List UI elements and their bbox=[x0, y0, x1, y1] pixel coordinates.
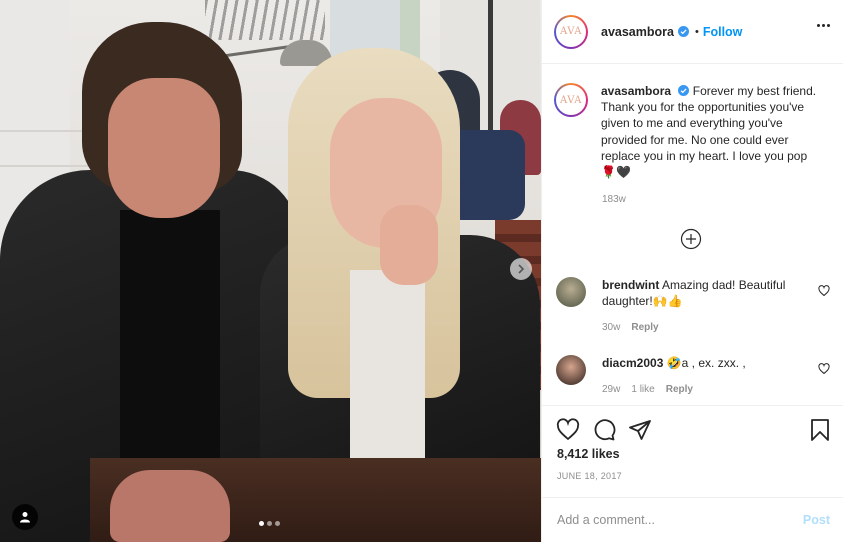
more-options-icon[interactable] bbox=[817, 24, 830, 27]
post-side-panel: AVA avasambora • Follow AVA avasambora F… bbox=[541, 0, 843, 542]
bookmark-icon[interactable] bbox=[808, 418, 832, 442]
heart-icon[interactable] bbox=[818, 285, 830, 297]
caption-username[interactable]: avasambora bbox=[601, 84, 671, 98]
comment-meta: 30w Reply bbox=[602, 320, 802, 336]
comment-username[interactable]: diacm2003 bbox=[602, 356, 663, 370]
post-actions: 8,412 likes JUNE 18, 2017 bbox=[542, 405, 843, 497]
reply-button[interactable]: Reply bbox=[631, 320, 658, 336]
post-comment-button[interactable]: Post bbox=[803, 513, 830, 527]
comment-body: diacm2003 🤣a , ex. zxx. , 29w 1 like Rep… bbox=[602, 355, 802, 398]
carousel-dot bbox=[275, 521, 280, 526]
comment-username[interactable]: brendwint bbox=[602, 278, 659, 292]
caption-timestamp[interactable]: 183w bbox=[602, 194, 626, 205]
user-tag-button[interactable] bbox=[12, 504, 38, 530]
comment-meta: 29w 1 like Reply bbox=[602, 382, 802, 398]
add-comment-bar: Post bbox=[542, 497, 843, 542]
comment-likes[interactable]: 1 like bbox=[631, 382, 654, 398]
photo-subject bbox=[108, 78, 220, 218]
photo-background bbox=[220, 45, 290, 58]
comment-item: diacm2003 🤣a , ex. zxx. , 29w 1 like Rep… bbox=[556, 355, 836, 398]
heart-icon[interactable] bbox=[818, 363, 830, 375]
post-caption: AVA avasambora Forever my best friend. T… bbox=[554, 83, 823, 180]
chevron-right-icon bbox=[518, 264, 525, 274]
verified-badge-icon bbox=[678, 85, 690, 96]
photo-subject bbox=[120, 210, 220, 460]
comment-item: brendwint Amazing dad! Beautiful daughte… bbox=[556, 277, 836, 336]
comments-section[interactable]: AVA avasambora Forever my best friend. T… bbox=[542, 65, 843, 405]
photo-background bbox=[205, 0, 325, 40]
photo-background bbox=[488, 0, 493, 150]
carousel-dot bbox=[267, 521, 272, 526]
comment-text: 🤣a , ex. zxx. , bbox=[666, 356, 746, 370]
post-date[interactable]: JUNE 18, 2017 bbox=[557, 471, 622, 481]
share-icon[interactable] bbox=[628, 418, 652, 442]
caption-text: Forever my best friend. Thank you for th… bbox=[601, 84, 817, 180]
follow-button[interactable]: Follow bbox=[703, 25, 743, 39]
header-username[interactable]: avasambora bbox=[601, 25, 674, 39]
photo-subject bbox=[350, 270, 425, 470]
avatar[interactable]: AVA bbox=[554, 14, 588, 49]
post-header: AVA avasambora • Follow bbox=[542, 0, 843, 64]
post-photo[interactable] bbox=[0, 0, 541, 542]
avatar[interactable] bbox=[556, 277, 586, 307]
comment-age[interactable]: 30w bbox=[602, 320, 620, 336]
comment-icon[interactable] bbox=[592, 418, 616, 442]
load-more-comments-icon[interactable] bbox=[680, 228, 702, 250]
reply-button[interactable]: Reply bbox=[666, 382, 693, 398]
avatar[interactable]: AVA bbox=[554, 83, 588, 117]
caption-text-block: avasambora Forever my best friend. Thank… bbox=[601, 83, 823, 180]
comment-age[interactable]: 29w bbox=[602, 382, 620, 398]
heart-icon[interactable] bbox=[556, 418, 580, 442]
comment-body: brendwint Amazing dad! Beautiful daughte… bbox=[602, 277, 802, 336]
comment-input[interactable] bbox=[557, 513, 777, 527]
like-count[interactable]: 8,412 likes bbox=[557, 447, 620, 461]
avatar[interactable] bbox=[556, 355, 586, 385]
avatar-logo-text: AVA bbox=[560, 26, 582, 37]
photo-subject bbox=[380, 205, 438, 285]
carousel-indicator bbox=[259, 521, 280, 526]
verified-badge-icon bbox=[677, 26, 689, 37]
separator-bullet: • bbox=[694, 25, 699, 38]
avatar-inner: AVA bbox=[556, 16, 586, 47]
avatar-inner: AVA bbox=[556, 85, 586, 115]
avatar-logo-text: AVA bbox=[560, 94, 582, 106]
next-slide-button[interactable] bbox=[510, 258, 532, 280]
carousel-dot bbox=[259, 521, 264, 526]
user-tag-icon bbox=[20, 512, 30, 523]
photo-subject bbox=[110, 470, 230, 542]
